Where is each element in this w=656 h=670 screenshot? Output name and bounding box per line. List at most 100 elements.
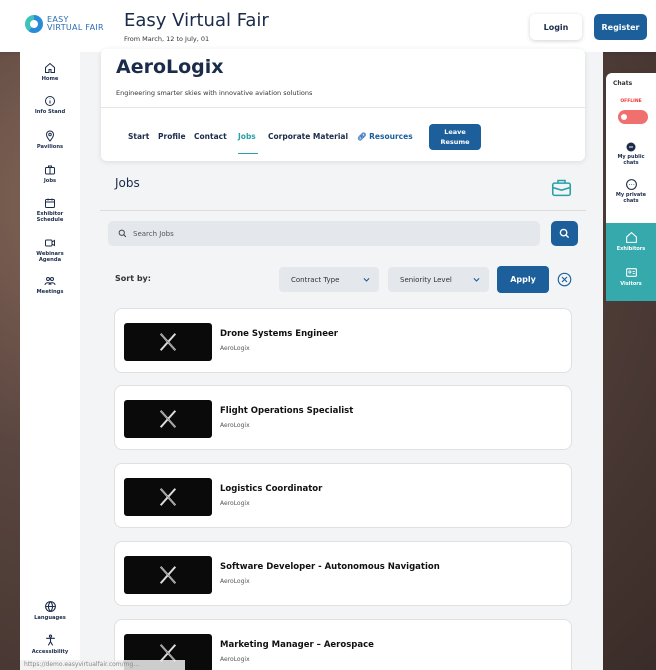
sidebar-label: Home <box>41 76 59 82</box>
left-sidebar: Home Info Stand Pavilions Jobs Exhibitor… <box>20 52 80 670</box>
search-input[interactable] <box>133 229 513 238</box>
sidebar-item-meetings[interactable]: Meetings <box>20 275 80 295</box>
leave-resume-button[interactable]: Leave Resume <box>429 124 481 150</box>
chevron-down-icon <box>363 277 370 282</box>
sidebar-item-info-stand[interactable]: Info Stand <box>20 95 80 115</box>
job-title: Flight Operations Specialist <box>220 406 354 416</box>
sidebar-label: Exhibitor Schedule <box>36 211 64 223</box>
exhibitors-label: Exhibitors <box>616 246 646 252</box>
info-icon <box>45 96 55 106</box>
sidebar-item-pavilions[interactable]: Pavilions <box>20 130 80 150</box>
logo-line-2: VIRTUAL FAIR <box>47 23 104 32</box>
sidebar-label: Languages <box>34 615 66 621</box>
job-company: AeroLogix <box>220 578 250 585</box>
company-name: AeroLogix <box>116 56 224 78</box>
tab-start[interactable]: Start <box>128 132 149 141</box>
fair-title: Easy Virtual Fair <box>124 10 269 31</box>
fair-logo[interactable]: EASY VIRTUAL FAIR <box>25 15 104 33</box>
visitors-button[interactable]: Visitors <box>606 266 656 287</box>
chat-bubble-icon <box>626 142 636 152</box>
company-logo <box>124 478 212 516</box>
chats-title: Chats <box>613 80 633 87</box>
job-company: AeroLogix <box>220 345 250 352</box>
aerologix-x-logo-icon <box>159 333 177 351</box>
my-public-chats-button[interactable]: My public chats <box>606 141 656 166</box>
location-pin-icon <box>45 130 55 142</box>
fair-dates: From March, 12 to July, 01 <box>124 35 210 43</box>
sidebar-label: Meetings <box>36 289 64 295</box>
calendar-icon <box>45 198 55 208</box>
job-title: Software Developer - Autonomous Navigati… <box>220 562 440 572</box>
sidebar-item-exhibitor-schedule[interactable]: Exhibitor Schedule <box>20 197 80 223</box>
job-company: AeroLogix <box>220 500 250 507</box>
leave-resume-line-1: Leave <box>444 128 466 136</box>
company-logo <box>124 400 212 438</box>
divider <box>101 107 585 108</box>
seniority-level-select[interactable]: Seniority Level <box>388 267 489 292</box>
clear-filters-icon[interactable] <box>557 272 572 287</box>
video-icon <box>45 239 55 247</box>
divider <box>100 210 586 211</box>
search-icon <box>118 229 127 238</box>
briefcase-icon <box>45 165 55 175</box>
search-button[interactable] <box>551 221 578 246</box>
people-icon <box>44 277 56 286</box>
status-badge: OFFLINE <box>620 99 642 104</box>
home-icon <box>45 62 55 73</box>
company-logo <box>124 323 212 361</box>
search-box <box>108 221 540 246</box>
tab-contact[interactable]: Contact <box>194 132 227 141</box>
tab-resources[interactable]: 🔗︎ Resources <box>357 132 413 141</box>
aerologix-x-logo-icon <box>159 566 177 584</box>
job-card[interactable]: Drone Systems Engineer AeroLogix <box>114 308 572 373</box>
sidebar-item-languages[interactable]: Languages <box>20 600 80 621</box>
sidebar-label: Pavilions <box>36 144 64 150</box>
chat-bubble-outline-icon <box>625 179 637 190</box>
tab-profile[interactable]: Profile <box>158 132 186 141</box>
aerologix-x-logo-icon <box>159 488 177 506</box>
logo-mark-icon <box>25 15 43 33</box>
my-private-chats-button[interactable]: My private chats <box>606 178 656 204</box>
job-title: Logistics Coordinator <box>220 484 323 494</box>
company-logo <box>124 556 212 594</box>
briefcase-icon <box>551 179 572 197</box>
sidebar-item-webinars-agenda[interactable]: Webinars Agenda <box>20 237 80 263</box>
apply-button[interactable]: Apply <box>497 266 549 293</box>
sidebar-item-home[interactable]: Home <box>20 62 80 82</box>
seniority-level-value: Seniority Level <box>400 275 452 284</box>
tab-jobs[interactable]: Jobs <box>238 132 256 141</box>
job-card[interactable]: Flight Operations Specialist AeroLogix <box>114 385 572 450</box>
directory-panel: Exhibitors Visitors <box>606 223 656 301</box>
company-header-card: AeroLogix Engineering smarter skies with… <box>101 49 585 161</box>
job-card[interactable]: Logistics Coordinator AeroLogix <box>114 463 572 528</box>
public-chats-line-2: chats <box>623 160 639 166</box>
sort-label: Sort by: <box>115 274 151 283</box>
status-url-bar: https://demo.easyvirtualfair.com/mg... <box>20 660 185 670</box>
globe-icon <box>44 601 56 613</box>
contract-type-value: Contract Type <box>291 275 340 284</box>
login-button[interactable]: Login <box>530 14 582 40</box>
job-company: AeroLogix <box>220 656 250 663</box>
leave-resume-line-2: Resume <box>440 138 470 146</box>
active-tab-indicator <box>238 153 258 154</box>
tab-resources-label: Resources <box>369 132 413 141</box>
contract-type-select[interactable]: Contract Type <box>279 267 379 292</box>
tab-corporate-material[interactable]: Corporate Material <box>268 132 348 141</box>
job-company: AeroLogix <box>220 422 250 429</box>
sidebar-label: Jobs <box>43 178 57 184</box>
sidebar-item-jobs[interactable]: Jobs <box>20 164 80 184</box>
register-button[interactable]: Register <box>594 14 647 40</box>
sidebar-label: Accessibility <box>31 649 69 655</box>
search-icon <box>559 228 570 239</box>
link-icon: 🔗︎ <box>357 132 367 141</box>
sidebar-item-accessibility[interactable]: Accessibility <box>20 634 80 655</box>
exhibitors-button[interactable]: Exhibitors <box>606 231 656 252</box>
accessibility-icon <box>45 634 55 646</box>
online-status-toggle[interactable] <box>618 110 648 124</box>
id-card-icon <box>625 268 637 277</box>
logo-text: EASY VIRTUAL FAIR <box>47 16 104 32</box>
top-header: EASY VIRTUAL FAIR Easy Virtual Fair From… <box>0 0 656 52</box>
job-card[interactable]: Software Developer - Autonomous Navigati… <box>114 541 572 606</box>
home-icon <box>625 231 637 243</box>
private-chats-line-2: chats <box>623 198 639 204</box>
